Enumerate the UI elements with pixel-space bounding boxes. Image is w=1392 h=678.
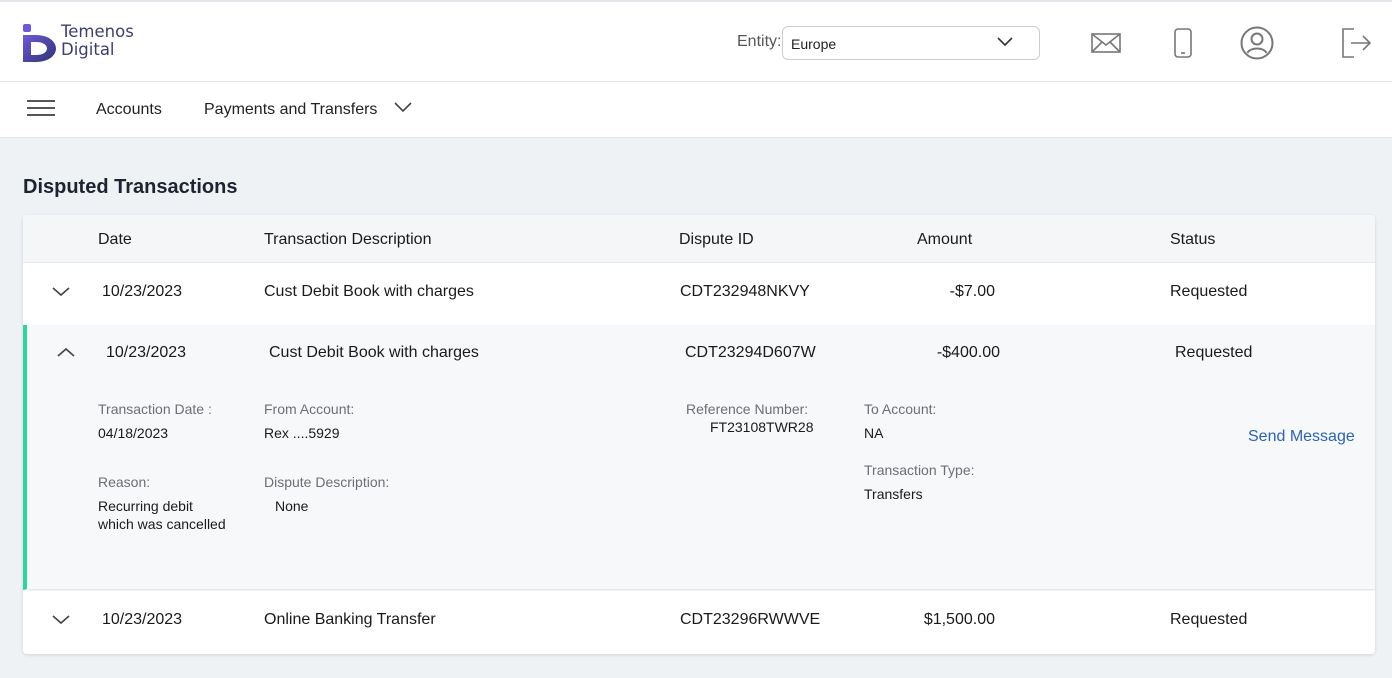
column-header-description: Transaction Description [264, 231, 432, 248]
chevron-down-icon [997, 37, 1013, 47]
main-nav: Accounts Payments and Transfers [0, 82, 1392, 138]
row-status: Requested [1170, 283, 1248, 300]
reason-value-line1: Recurring debit [98, 498, 193, 514]
entity-dropdown[interactable]: Europe [782, 26, 1040, 60]
row-dispute-id: CDT232948NKVY [680, 283, 810, 300]
row-status: Requested [1175, 344, 1253, 361]
dispute-description-label: Dispute Description: [264, 474, 390, 490]
row-description: Cust Debit Book with charges [264, 283, 474, 300]
hamburger-menu-icon[interactable] [27, 100, 55, 120]
reference-number-value: FT23108TWR28 [710, 419, 814, 435]
chevron-down-icon[interactable] [50, 611, 72, 627]
row-date: 10/23/2023 [106, 344, 187, 361]
to-account-label: To Account: [864, 401, 937, 417]
reason-value-line2: which was cancelled [98, 516, 226, 532]
chevron-down-icon[interactable] [393, 100, 413, 114]
transaction-date-label: Transaction Date : [98, 401, 212, 417]
logo-line1: Temenos [61, 22, 134, 41]
table-header: Date Transaction Description Dispute ID … [23, 215, 1375, 263]
to-account-value: NA [864, 425, 884, 441]
column-header-status: Status [1170, 231, 1216, 248]
row-date: 10/23/2023 [102, 283, 183, 300]
nav-item-accounts[interactable]: Accounts [96, 101, 162, 119]
mobile-icon[interactable] [1165, 24, 1201, 62]
logo-mark-icon [23, 24, 56, 62]
column-header-dispute-id: Dispute ID [679, 231, 754, 248]
row-date: 10/23/2023 [102, 611, 183, 628]
chevron-down-icon[interactable] [50, 283, 72, 299]
reference-number-label: Reference Number: [686, 401, 809, 417]
row-amount: -$7.00 [949, 283, 995, 300]
transaction-type-value: Transfers [864, 486, 923, 502]
row-description: Online Banking Transfer [264, 611, 436, 628]
dispute-description-value: None [275, 498, 309, 514]
row-description: Cust Debit Book with charges [269, 344, 479, 361]
row-amount: -$400.00 [936, 344, 1000, 361]
table-row[interactable]: 10/23/2023 Cust Debit Book with charges … [23, 263, 1375, 325]
from-account-label: From Account: [264, 401, 355, 417]
from-account-value: Rex ....5929 [264, 425, 340, 441]
reason-label: Reason: [98, 474, 151, 490]
entity-selected-value: Europe [791, 36, 837, 52]
transaction-type-label: Transaction Type: [864, 462, 975, 478]
expanded-row: 10/23/2023 Cust Debit Book with charges … [23, 325, 1375, 590]
page-title: Disputed Transactions [23, 176, 238, 198]
logo-text: Temenos Digital [61, 23, 134, 59]
column-header-date: Date [98, 231, 132, 248]
top-header: Temenos Digital Entity: Europe [0, 0, 1392, 82]
table-row[interactable]: 10/23/2023 Online Banking Transfer CDT23… [23, 591, 1375, 653]
row-dispute-id: CDT23294D607W [685, 344, 816, 361]
user-profile-icon[interactable] [1239, 24, 1275, 62]
row-amount: $1,500.00 [923, 611, 995, 628]
logout-icon[interactable] [1338, 24, 1374, 62]
mail-icon[interactable] [1088, 24, 1124, 62]
column-header-amount: Amount [917, 231, 973, 248]
logo-line2: Digital [61, 40, 115, 59]
disputed-transactions-table: Date Transaction Description Dispute ID … [23, 215, 1375, 654]
transaction-date-value: 04/18/2023 [98, 425, 169, 441]
entity-label: Entity: [737, 33, 782, 50]
nav-item-payments-transfers[interactable]: Payments and Transfers [204, 101, 377, 119]
row-status: Requested [1170, 611, 1248, 628]
row-dispute-id: CDT23296RWWVE [680, 611, 821, 628]
send-message-link[interactable]: Send Message [1248, 428, 1355, 446]
chevron-up-icon[interactable] [55, 345, 77, 361]
